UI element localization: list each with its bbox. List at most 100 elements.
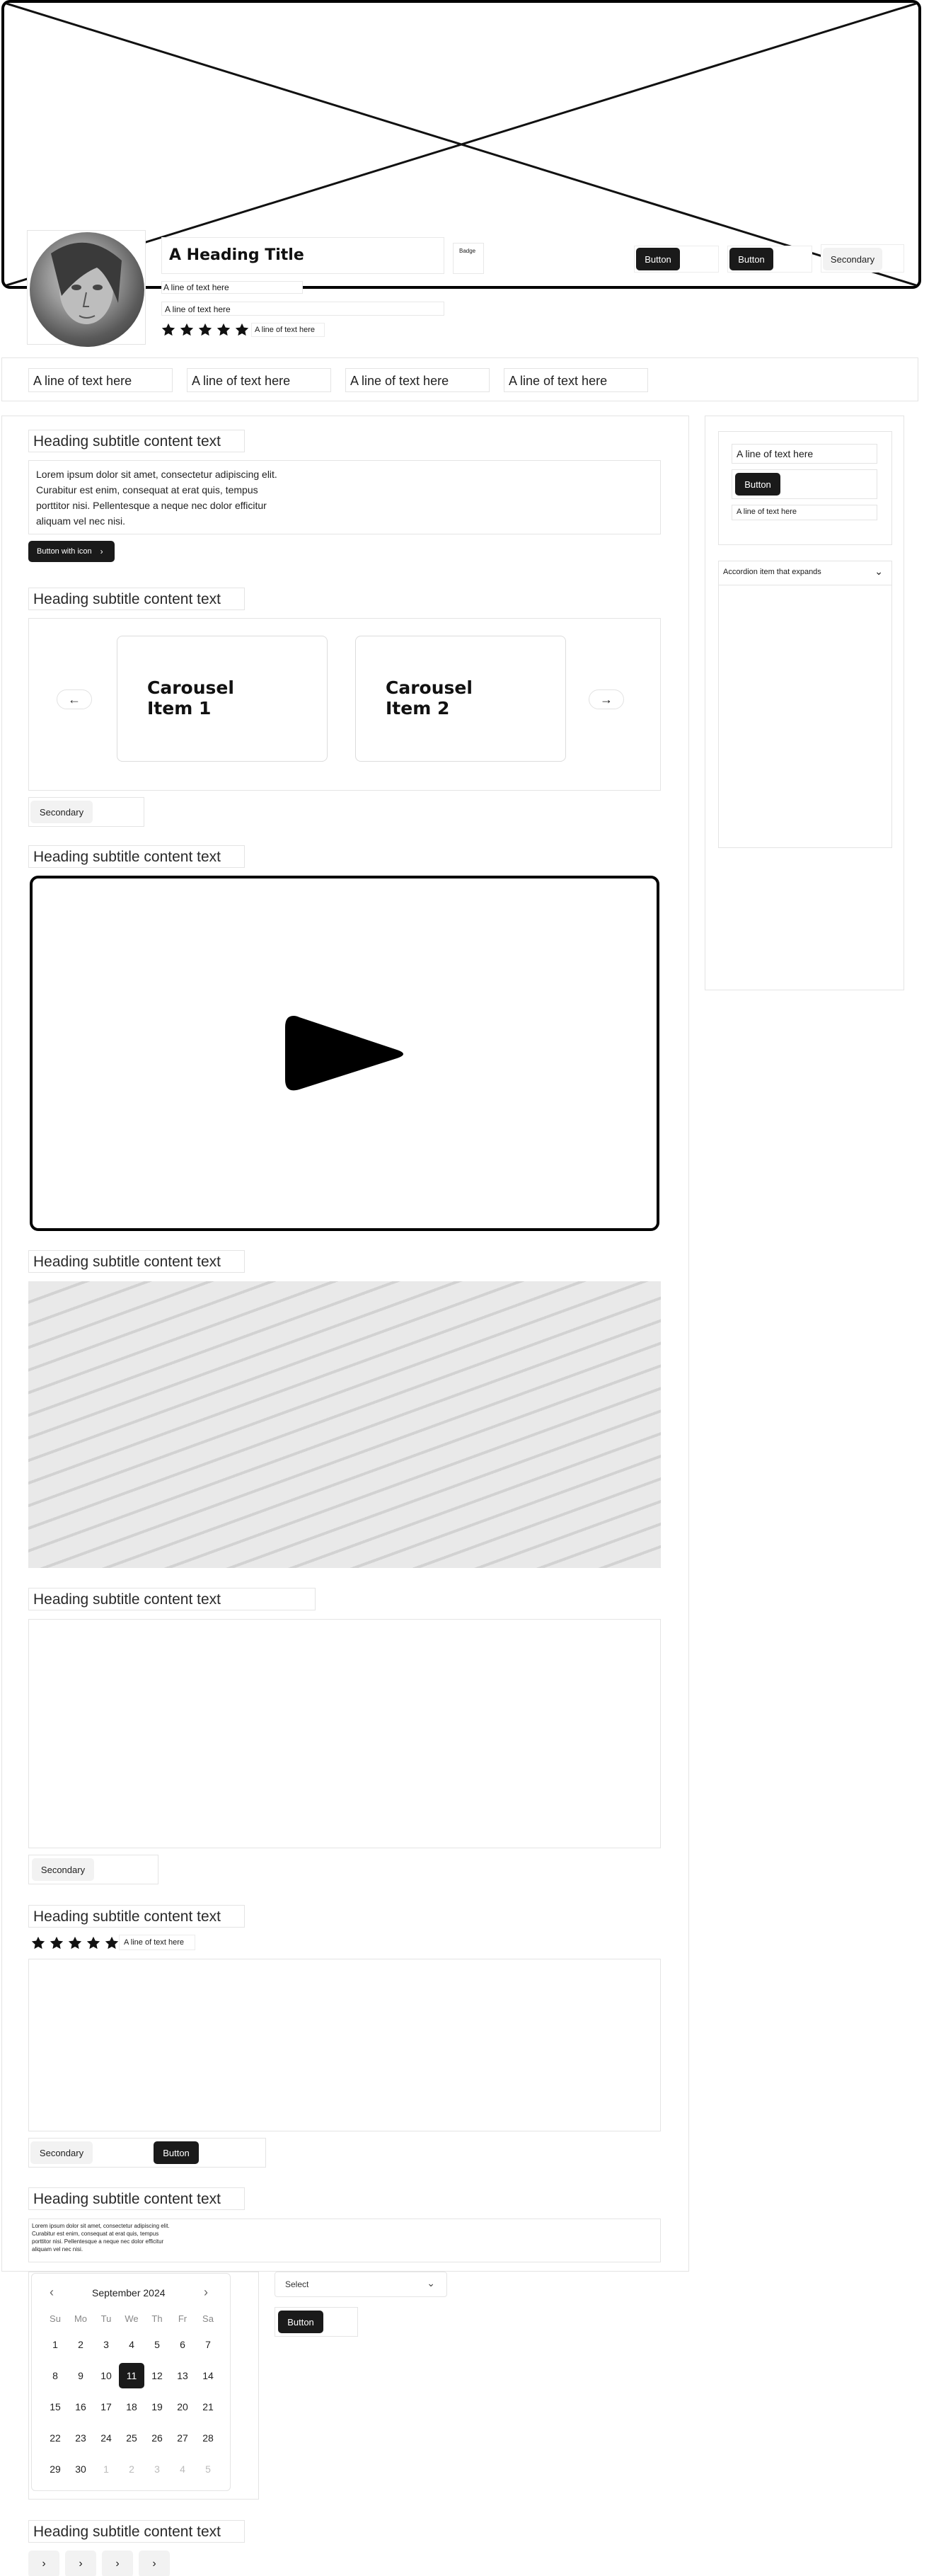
calendar-day[interactable]: 23: [68, 2425, 93, 2451]
calendar-day[interactable]: 21: [195, 2394, 221, 2420]
arrow-right-icon: →: [600, 692, 613, 706]
calendar-day[interactable]: 4: [119, 2332, 144, 2357]
calendar-day[interactable]: 30: [68, 2456, 93, 2482]
section-heading-text: Heading subtitle content text: [33, 1908, 221, 1925]
calendar-day-selected[interactable]: 11: [119, 2363, 144, 2388]
calendar-day[interactable]: 17: [93, 2394, 119, 2420]
calendar-prev-button[interactable]: ‹: [50, 2285, 54, 2300]
calendar-day[interactable]: 16: [68, 2394, 93, 2420]
calendar-day-outside[interactable]: 1: [93, 2456, 119, 2482]
select-dropdown[interactable]: Select ⌄: [275, 2272, 447, 2297]
section-heading: Heading subtitle content text: [28, 588, 245, 610]
section-heading: Heading subtitle content text: [28, 2187, 245, 2210]
carousel-item-2[interactable]: Carousel Item 2: [355, 636, 566, 762]
small-paragraph-box: Lorem ipsum dolor sit amet, consectetur …: [28, 2219, 661, 2262]
nav-item-3[interactable]: A line of text here: [345, 368, 490, 392]
pagination-button-1[interactable]: ›: [28, 2551, 59, 2576]
calendar-day[interactable]: 12: [144, 2363, 170, 2388]
select-value: Select: [285, 2279, 309, 2289]
primary-button[interactable]: Button: [154, 2141, 199, 2164]
calendar-day[interactable]: 19: [144, 2394, 170, 2420]
calendar-day[interactable]: 1: [42, 2332, 68, 2357]
nav-item-2[interactable]: A line of text here: [187, 368, 331, 392]
calendar-day[interactable]: 24: [93, 2425, 119, 2451]
calendar-day[interactable]: 2: [68, 2332, 93, 2357]
play-icon: [285, 1016, 403, 1091]
sidebar-line-2: A line of text here: [732, 505, 877, 520]
carousel-item-title: Carousel Item 2: [386, 677, 473, 719]
pagination-button-3[interactable]: ›: [102, 2551, 133, 2576]
calendar-day-outside[interactable]: 5: [195, 2456, 221, 2482]
section-heading: Heading subtitle content text: [28, 430, 245, 452]
calendar-day[interactable]: 7: [195, 2332, 221, 2357]
calendar-next-button[interactable]: ›: [204, 2285, 208, 2300]
pagination-button-2[interactable]: ›: [65, 2551, 96, 2576]
calendar-day[interactable]: 5: [144, 2332, 170, 2357]
carousel-prev-button[interactable]: ←: [57, 689, 92, 709]
secondary-button[interactable]: Secondary: [32, 1858, 94, 1881]
nav-item-4[interactable]: A line of text here: [504, 368, 648, 392]
calendar-day[interactable]: 27: [170, 2425, 195, 2451]
calendar-day[interactable]: 15: [42, 2394, 68, 2420]
calendar-day[interactable]: 29: [42, 2456, 68, 2482]
carousel-next-button[interactable]: →: [589, 689, 624, 709]
calendar-day-outside[interactable]: 3: [144, 2456, 170, 2482]
form-button[interactable]: Button: [278, 2311, 323, 2333]
accordion-label: Accordion item that expands: [723, 568, 821, 576]
calendar-day[interactable]: 3: [93, 2332, 119, 2357]
paragraph: Lorem ipsum dolor sit amet, consectetur …: [36, 466, 653, 529]
calendar-day[interactable]: 20: [170, 2394, 195, 2420]
calendar-day[interactable]: 8: [42, 2363, 68, 2388]
primary-button-2[interactable]: Button: [729, 248, 773, 270]
hero-rating: [161, 323, 253, 338]
calendar-day[interactable]: 28: [195, 2425, 221, 2451]
calendar-day[interactable]: 6: [170, 2332, 195, 2357]
review-rating-text-box: A line of text here: [119, 1935, 195, 1950]
weekday-label: Th: [151, 2313, 163, 2324]
review-rating: [31, 1936, 123, 1952]
secondary-button[interactable]: Secondary: [30, 2141, 93, 2164]
weekday-label: Tu: [100, 2313, 112, 2324]
calendar-month: September 2024: [92, 2287, 166, 2299]
paragraph-line: porttitor nisi. Pellentesque a neque nec…: [36, 500, 267, 511]
hero-line-1-text: A line of text here: [163, 282, 229, 292]
sidebar-line-1: A line of text here: [732, 444, 877, 464]
chevron-down-icon: ⌄: [874, 566, 883, 577]
paragraph-line: Curabitur est enim, consequat at erat qu…: [36, 484, 258, 496]
section-heading: Heading subtitle content text: [28, 1250, 245, 1273]
calendar-day[interactable]: 22: [42, 2425, 68, 2451]
primary-button[interactable]: Button: [636, 248, 680, 270]
calendar-day[interactable]: 10: [93, 2363, 119, 2388]
accordion: [718, 561, 892, 848]
carousel-item-1[interactable]: Carousel Item 1: [117, 636, 328, 762]
calendar-day[interactable]: 18: [119, 2394, 144, 2420]
calendar-day-outside[interactable]: 4: [170, 2456, 195, 2482]
button-with-icon[interactable]: Button with icon ›: [28, 541, 115, 562]
hero-line-2: A line of text here: [161, 302, 444, 316]
calendar-day[interactable]: 13: [170, 2363, 195, 2388]
paragraph-line: Lorem ipsum dolor sit amet, consectetur …: [36, 469, 277, 480]
star-icon: [50, 1936, 64, 1950]
video-player[interactable]: [30, 876, 659, 1231]
accordion-header[interactable]: Accordion item that expands ⌄: [719, 561, 891, 585]
sidebar-button[interactable]: Button: [735, 473, 780, 496]
pagination-button-4[interactable]: ›: [139, 2551, 170, 2576]
section-heading-text: Heading subtitle content text: [33, 1254, 221, 1270]
weekday-label: Fr: [178, 2313, 187, 2324]
section-heading: Heading subtitle content text: [28, 1905, 245, 1928]
secondary-frame: Secondary: [28, 1855, 158, 1884]
calendar-day[interactable]: 9: [68, 2363, 93, 2388]
avatar[interactable]: [30, 232, 144, 347]
calendar-day[interactable]: 14: [195, 2363, 221, 2388]
secondary-button[interactable]: Secondary: [30, 801, 93, 823]
secondary-button[interactable]: Secondary: [823, 248, 882, 270]
embed-area: [28, 1619, 661, 1848]
calendar-day[interactable]: 26: [144, 2425, 170, 2451]
calendar-day-outside[interactable]: 2: [119, 2456, 144, 2482]
nav-item-1[interactable]: A line of text here: [28, 368, 173, 392]
portrait-icon: [51, 242, 122, 324]
calendar-day[interactable]: 25: [119, 2425, 144, 2451]
badge: Badge: [453, 243, 484, 274]
section-heading: Heading subtitle content text: [28, 1588, 316, 1610]
hero-button-2-frame: Button: [727, 246, 812, 273]
